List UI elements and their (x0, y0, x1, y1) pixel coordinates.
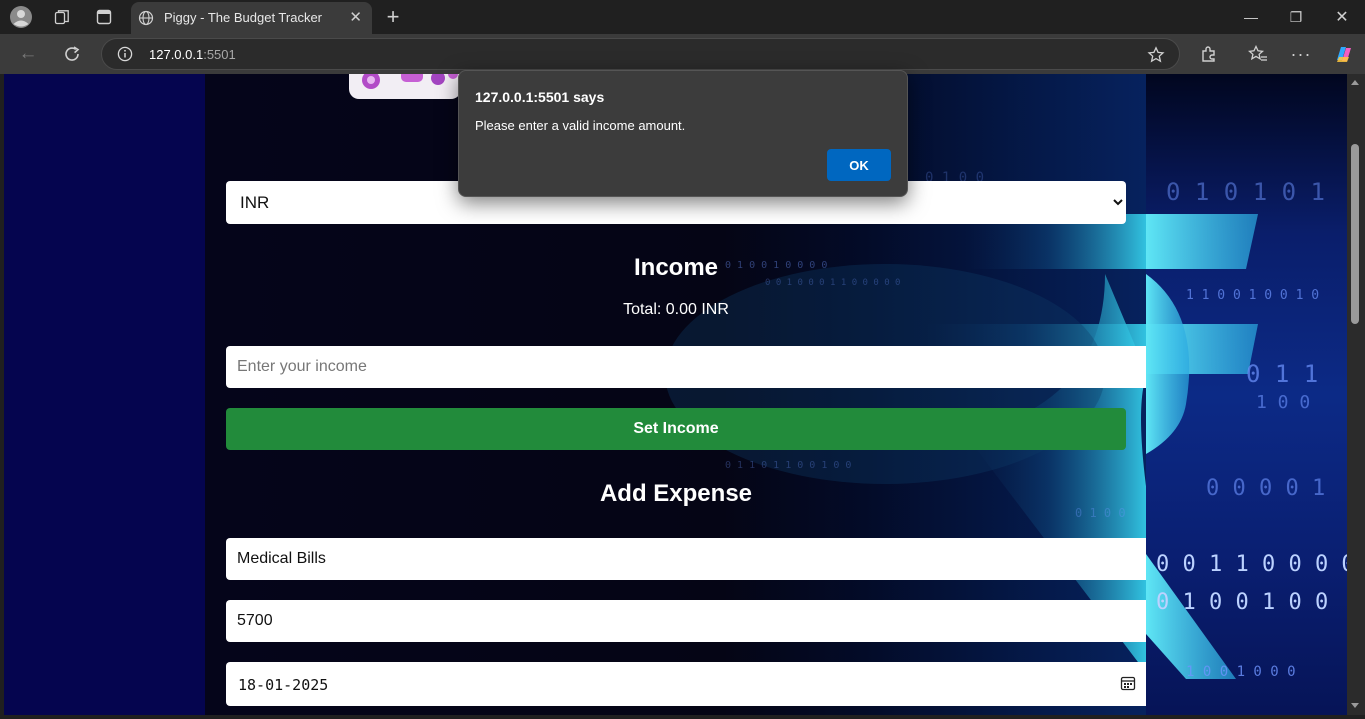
page-scrollbar[interactable] (1347, 74, 1365, 715)
binary-text: 0 1 1 (1246, 360, 1319, 388)
binary-text: 0 1 1 0 1 1 0 0 1 0 0 (725, 460, 852, 471)
dialog-message: Please enter a valid income amount. (475, 118, 686, 133)
tab-title: Piggy - The Budget Tracker (164, 10, 323, 25)
alert-dialog: 127.0.0.1:5501 says Please enter a valid… (458, 70, 908, 197)
binary-text: 1 1 0 0 1 0 0 1 0 (1186, 288, 1320, 303)
expense-date-value: 18-01-2025 (238, 676, 329, 694)
binary-background-graphic: 0 1 0 1 0 1 1 1 0 0 1 0 0 1 0 0 1 1 1 0 … (1146, 74, 1347, 715)
favorites-icon[interactable] (1247, 43, 1269, 65)
globe-icon (138, 10, 154, 26)
tab-bar: Piggy - The Budget Tracker ✕ + — ❐ ✕ (0, 0, 1365, 34)
set-income-button[interactable]: Set Income (226, 408, 1126, 450)
calendar-icon[interactable] (1120, 675, 1136, 691)
copilot-icon[interactable] (1332, 42, 1356, 66)
scroll-up-arrow[interactable] (1351, 80, 1359, 85)
scroll-down-arrow[interactable] (1351, 703, 1359, 708)
binary-text: 0 0 1 1 0 0 0 0 (1156, 552, 1347, 577)
add-expense-heading: Add Expense (599, 480, 753, 507)
dialog-title: 127.0.0.1:5501 says (475, 89, 605, 105)
workspaces-icon[interactable] (52, 7, 72, 27)
ok-button[interactable]: OK (827, 149, 891, 181)
restore-button[interactable]: ❐ (1273, 0, 1319, 34)
expense-amount-input[interactable] (226, 600, 1147, 642)
binary-text: 1 0 0 1 0 0 0 (1186, 664, 1296, 680)
back-icon[interactable]: ← (17, 43, 39, 65)
more-icon[interactable]: ··· (1290, 43, 1312, 65)
address-bar[interactable]: 127.0.0.1:5501 (101, 38, 1180, 70)
new-tab-icon[interactable]: + (382, 4, 404, 29)
profile-icon[interactable] (9, 5, 33, 29)
expense-date-input[interactable]: 18-01-2025 (226, 662, 1147, 706)
close-icon[interactable]: ✕ (349, 8, 362, 26)
minimize-button[interactable]: — (1228, 0, 1274, 34)
tab-active[interactable]: Piggy - The Budget Tracker ✕ (131, 2, 372, 34)
income-total: Total: 0.00 INR (623, 301, 729, 318)
extensions-icon[interactable] (1198, 43, 1220, 65)
scroll-thumb[interactable] (1351, 144, 1359, 324)
url-host: 127.0.0.1 (149, 47, 204, 62)
binary-text: 0 1 0 0 1 0 0 (1156, 590, 1329, 615)
income-input[interactable] (226, 346, 1147, 388)
url-text: 127.0.0.1:5501 (149, 47, 236, 62)
favorite-star-icon[interactable] (1146, 45, 1166, 65)
income-heading: Income (633, 254, 719, 281)
piggy-logo (349, 74, 461, 99)
url-port: :5501 (203, 47, 236, 62)
tab-actions-icon[interactable] (94, 7, 114, 27)
browser-toolbar: ← 127.0.0.1:5501 ··· (0, 34, 1365, 74)
info-icon[interactable] (117, 46, 133, 62)
binary-text: 1 0 0 (1256, 392, 1311, 413)
reload-icon[interactable] (61, 43, 83, 65)
binary-text: 0 0 0 0 1 (1206, 476, 1326, 501)
binary-text: 0 1 0 1 0 1 (1166, 178, 1325, 206)
window-close-button[interactable]: ✕ (1319, 0, 1365, 34)
expense-name-input[interactable] (226, 538, 1147, 580)
binary-text: 0 1 0 0 (1075, 506, 1126, 520)
